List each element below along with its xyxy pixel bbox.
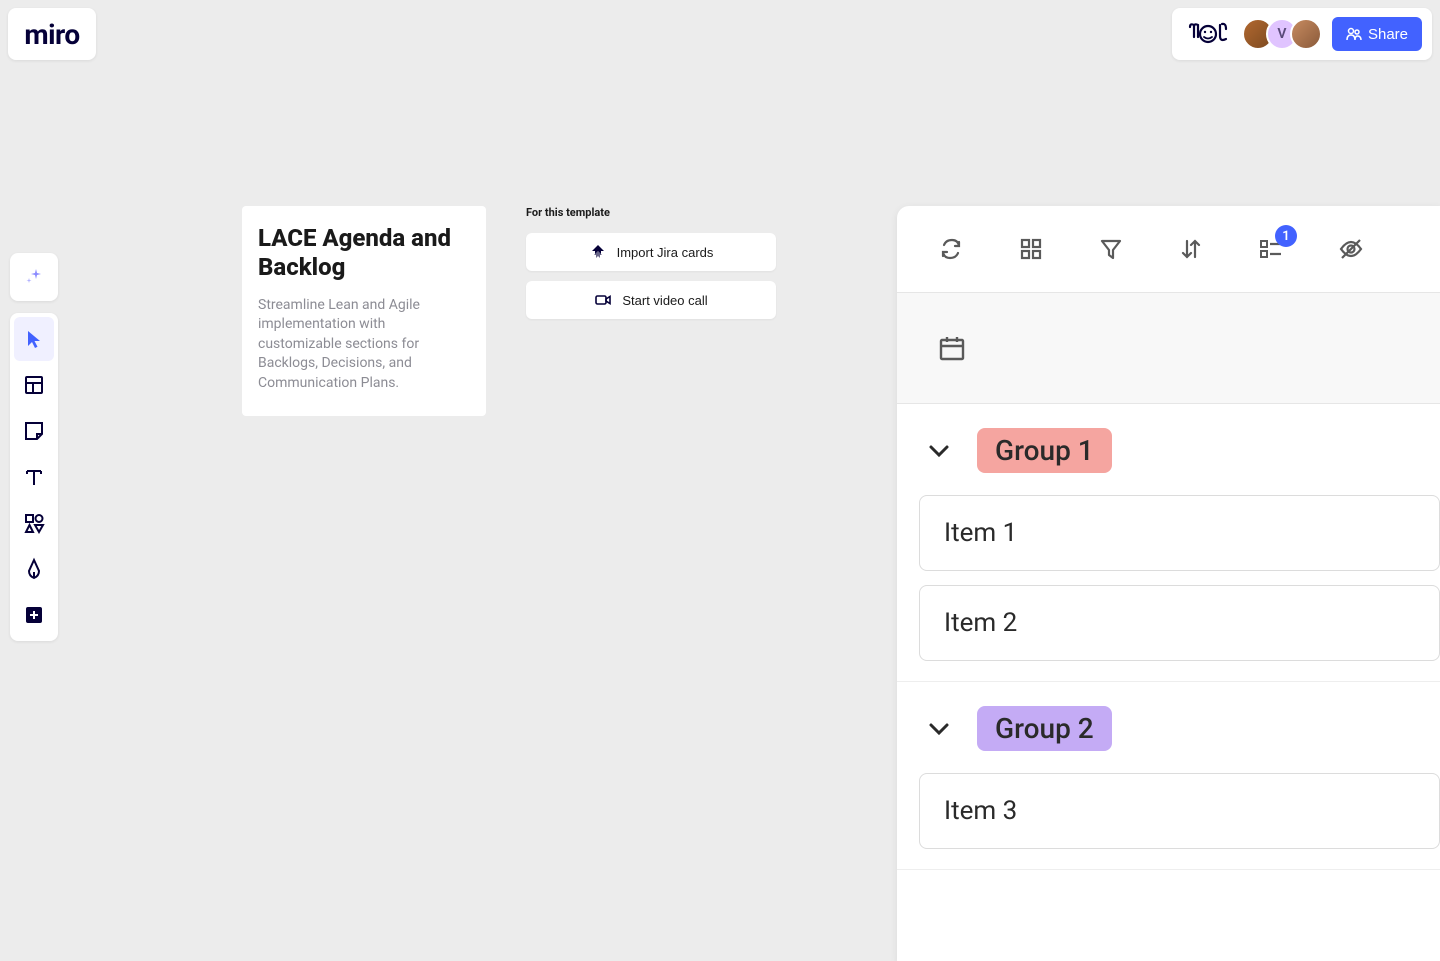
group-section-1: Group 1 Item 1 Item 2 bbox=[897, 404, 1440, 682]
template-info-card: LACE Agenda and Backlog Streamline Lean … bbox=[242, 206, 486, 416]
grid-icon bbox=[1018, 236, 1044, 262]
list-item[interactable]: Item 3 bbox=[919, 773, 1440, 849]
panel-visibility-button[interactable] bbox=[1337, 235, 1365, 263]
logo-box[interactable]: miro bbox=[8, 8, 96, 60]
avatar-user-3[interactable] bbox=[1290, 18, 1322, 50]
filter-icon bbox=[1098, 236, 1124, 262]
group-header-1[interactable]: Group 1 bbox=[897, 428, 1440, 473]
plus-icon bbox=[22, 603, 46, 627]
refresh-icon bbox=[938, 236, 964, 262]
template-actions-label: For this template bbox=[526, 206, 776, 219]
group-chip-2[interactable]: Group 2 bbox=[977, 706, 1112, 751]
sort-icon bbox=[1178, 236, 1204, 262]
pen-icon bbox=[22, 557, 46, 581]
group-section-2: Group 2 Item 3 bbox=[897, 682, 1440, 870]
tool-shapes[interactable] bbox=[14, 501, 54, 545]
jira-icon bbox=[589, 243, 607, 261]
template-actions: For this template Import Jira cards Star… bbox=[526, 206, 776, 319]
cursor-icon bbox=[22, 327, 46, 351]
panel-refresh-button[interactable] bbox=[937, 235, 965, 263]
import-jira-button[interactable]: Import Jira cards bbox=[526, 233, 776, 271]
reactions-icon bbox=[1184, 20, 1230, 48]
sparkle-icon bbox=[22, 265, 46, 289]
panel-body: Group 1 Item 1 Item 2 Group 2 Item 3 bbox=[897, 404, 1440, 870]
tool-templates[interactable] bbox=[14, 363, 54, 407]
panel-group-button[interactable]: 1 bbox=[1257, 235, 1285, 263]
import-jira-label: Import Jira cards bbox=[617, 245, 714, 260]
group-badge: 1 bbox=[1275, 225, 1297, 247]
logo-text: miro bbox=[24, 18, 79, 51]
presence-avatars[interactable]: V bbox=[1242, 18, 1322, 50]
shapes-icon bbox=[22, 511, 46, 535]
panel-date-header[interactable] bbox=[897, 292, 1440, 404]
left-toolbar bbox=[10, 313, 58, 641]
panel-sort-button[interactable] bbox=[1177, 235, 1205, 263]
list-item[interactable]: Item 1 bbox=[919, 495, 1440, 571]
tool-sticky-note[interactable] bbox=[14, 409, 54, 453]
share-label: Share bbox=[1368, 26, 1408, 43]
top-right-toolbar: V Share bbox=[1172, 8, 1432, 60]
reactions-button[interactable] bbox=[1182, 17, 1232, 51]
panel-grid-button[interactable] bbox=[1017, 235, 1045, 263]
share-button[interactable]: Share bbox=[1332, 17, 1422, 51]
text-icon bbox=[22, 465, 46, 489]
panel-toolbar: 1 bbox=[897, 206, 1440, 292]
video-icon bbox=[594, 291, 612, 309]
tool-select[interactable] bbox=[14, 317, 54, 361]
list-item[interactable]: Item 2 bbox=[919, 585, 1440, 661]
tool-text[interactable] bbox=[14, 455, 54, 499]
tool-pen[interactable] bbox=[14, 547, 54, 591]
group-header-2[interactable]: Group 2 bbox=[897, 706, 1440, 751]
start-video-button[interactable]: Start video call bbox=[526, 281, 776, 319]
ai-sparkle-button[interactable] bbox=[10, 253, 58, 301]
chevron-down-icon bbox=[925, 437, 953, 465]
panel-filter-button[interactable] bbox=[1097, 235, 1125, 263]
group-chip-1[interactable]: Group 1 bbox=[977, 428, 1112, 473]
start-video-label: Start video call bbox=[622, 293, 707, 308]
avatar-letter: V bbox=[1277, 26, 1286, 42]
share-people-icon bbox=[1346, 26, 1362, 42]
sticky-note-icon bbox=[22, 419, 46, 443]
eye-off-icon bbox=[1338, 236, 1364, 262]
template-title: LACE Agenda and Backlog bbox=[258, 224, 470, 282]
template-description: Streamline Lean and Agile implementation… bbox=[258, 296, 470, 394]
template-grid-icon bbox=[22, 373, 46, 397]
tool-more[interactable] bbox=[14, 593, 54, 637]
calendar-icon bbox=[937, 333, 967, 363]
right-panel: 1 Group 1 Item 1 bbox=[897, 206, 1440, 961]
chevron-down-icon bbox=[925, 715, 953, 743]
